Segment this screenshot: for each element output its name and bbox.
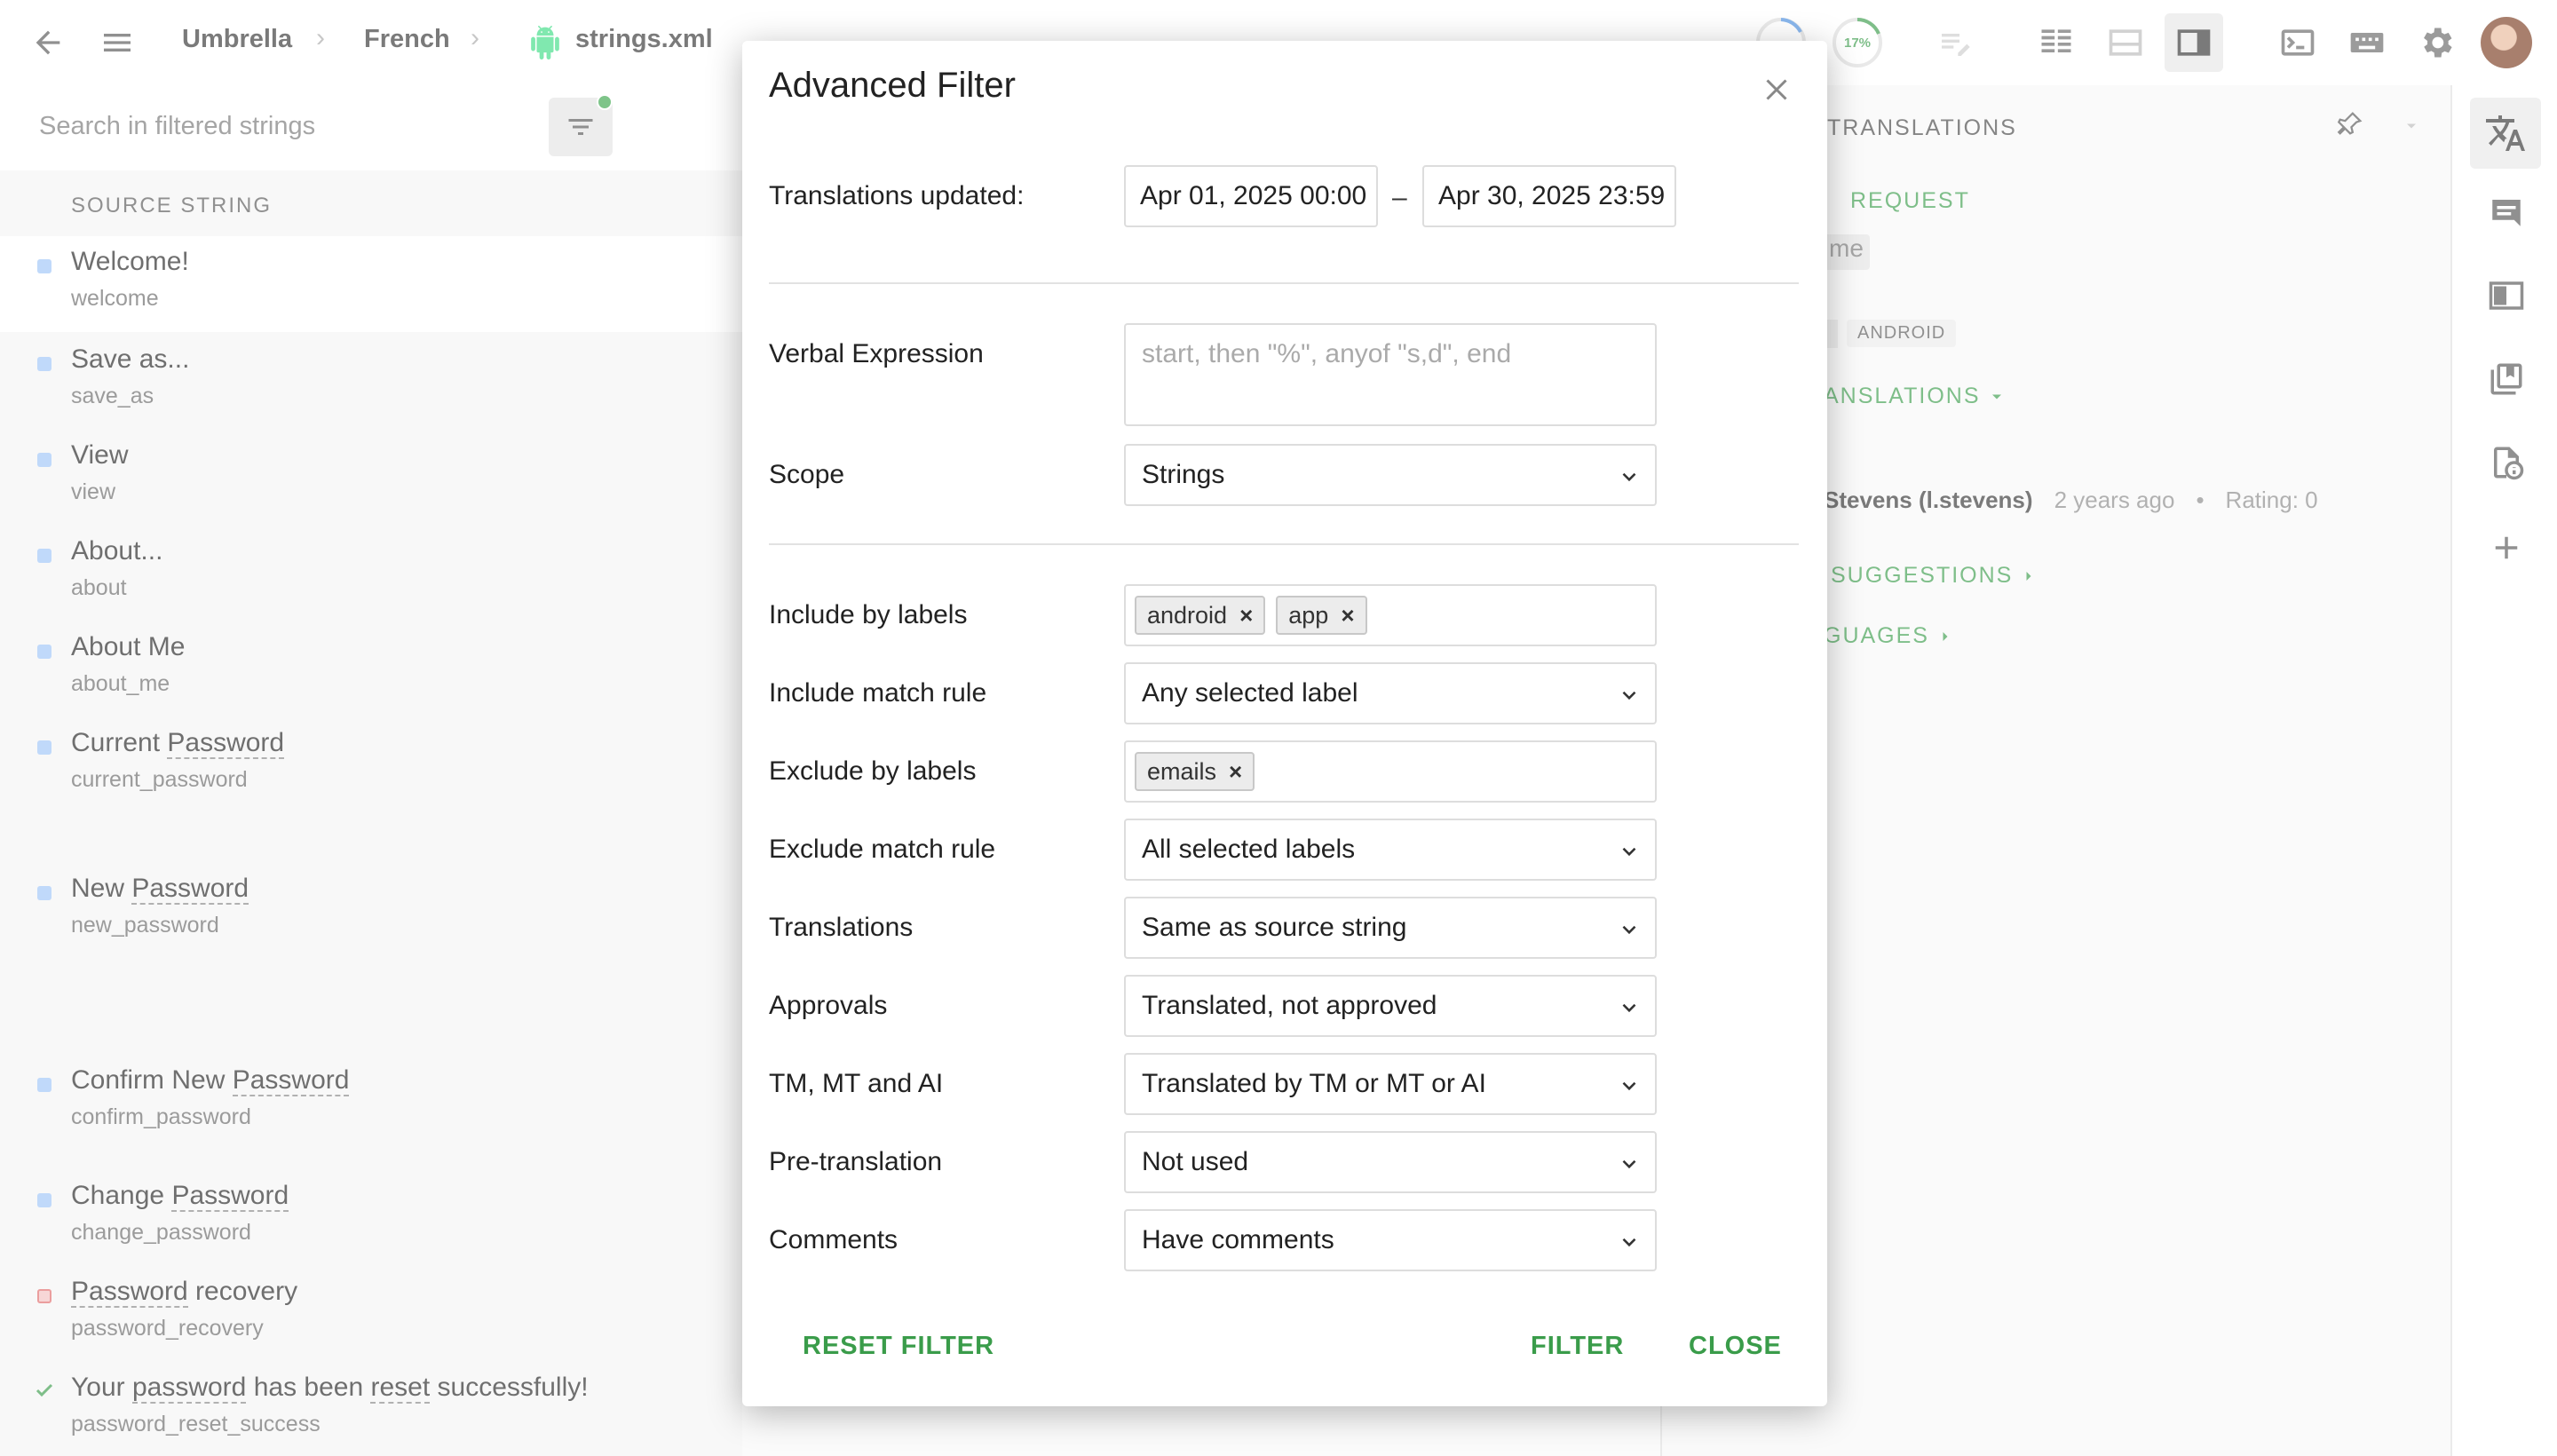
chevron-down-icon <box>1622 1159 1636 1169</box>
dialog-title: Advanced Filter <box>769 66 1016 105</box>
approvals-value: Translated, not approved <box>1142 991 1437 1020</box>
include-match-rule-label: Include match rule <box>769 678 987 708</box>
tm-mt-ai-value: Translated by TM or MT or AI <box>1142 1069 1486 1098</box>
remove-chip-icon[interactable]: × <box>1229 758 1242 786</box>
translations-label: Translations <box>769 913 914 942</box>
comments-select[interactable]: Have comments <box>1124 1209 1657 1271</box>
approvals-label: Approvals <box>769 991 888 1020</box>
chevron-down-icon <box>1622 847 1636 857</box>
approvals-select[interactable]: Translated, not approved <box>1124 975 1657 1037</box>
label-chip: android × <box>1135 596 1266 635</box>
divider <box>769 282 1799 284</box>
remove-chip-icon[interactable]: × <box>1341 602 1354 629</box>
include-match-rule-select[interactable]: Any selected label <box>1124 662 1657 724</box>
chevron-down-icon <box>1622 925 1636 935</box>
reset-filter-button[interactable]: RESET FILTER <box>803 1332 994 1361</box>
label-chip: emails × <box>1135 752 1255 791</box>
scope-select[interactable]: Strings <box>1124 444 1657 506</box>
pre-translation-select[interactable]: Not used <box>1124 1131 1657 1193</box>
chevron-down-icon <box>1622 1081 1636 1091</box>
chevron-down-icon <box>1622 1238 1636 1247</box>
date-from-field[interactable]: Apr 01, 2025 00:00 <box>1124 165 1378 227</box>
advanced-filter-dialog: Advanced Filter Translations updated: Ap… <box>742 41 1827 1406</box>
remove-chip-icon[interactable]: × <box>1239 602 1253 629</box>
verbal-expression-label: Verbal Expression <box>769 339 984 368</box>
scope-value: Strings <box>1142 460 1225 489</box>
exclude-labels-label: Exclude by labels <box>769 756 977 786</box>
pre-translation-value: Not used <box>1142 1147 1249 1176</box>
chevron-down-icon <box>1622 691 1636 700</box>
tm-mt-ai-label: TM, MT and AI <box>769 1069 944 1098</box>
chevron-down-icon <box>1622 1003 1636 1013</box>
translations-select[interactable]: Same as source string <box>1124 897 1657 959</box>
exclude-match-rule-label: Exclude match rule <box>769 835 996 864</box>
exclude-match-rule-value: All selected labels <box>1142 835 1356 864</box>
comments-label: Comments <box>769 1225 899 1254</box>
include-labels-label: Include by labels <box>769 600 968 629</box>
chevron-down-icon <box>1622 472 1636 482</box>
include-labels-input[interactable]: android × app × <box>1124 584 1657 646</box>
filter-button[interactable]: FILTER <box>1531 1332 1624 1361</box>
close-icon[interactable] <box>1754 67 1799 112</box>
date-to-field[interactable]: Apr 30, 2025 23:59 <box>1422 165 1676 227</box>
label-chip: app × <box>1276 596 1367 635</box>
scope-label: Scope <box>769 460 845 489</box>
tm-mt-ai-select[interactable]: Translated by TM or MT or AI <box>1124 1053 1657 1115</box>
translations-value: Same as source string <box>1142 913 1407 942</box>
verbal-expression-input[interactable] <box>1124 323 1657 426</box>
comments-value: Have comments <box>1142 1225 1334 1254</box>
translations-updated-label: Translations updated: <box>769 181 1025 210</box>
pre-translation-label: Pre-translation <box>769 1147 943 1176</box>
divider <box>769 543 1799 545</box>
close-button[interactable]: CLOSE <box>1689 1332 1782 1361</box>
exclude-labels-input[interactable]: emails × <box>1124 740 1657 803</box>
exclude-match-rule-select[interactable]: All selected labels <box>1124 819 1657 881</box>
include-match-rule-value: Any selected label <box>1142 678 1358 708</box>
date-range-separator: – <box>1392 183 1407 212</box>
